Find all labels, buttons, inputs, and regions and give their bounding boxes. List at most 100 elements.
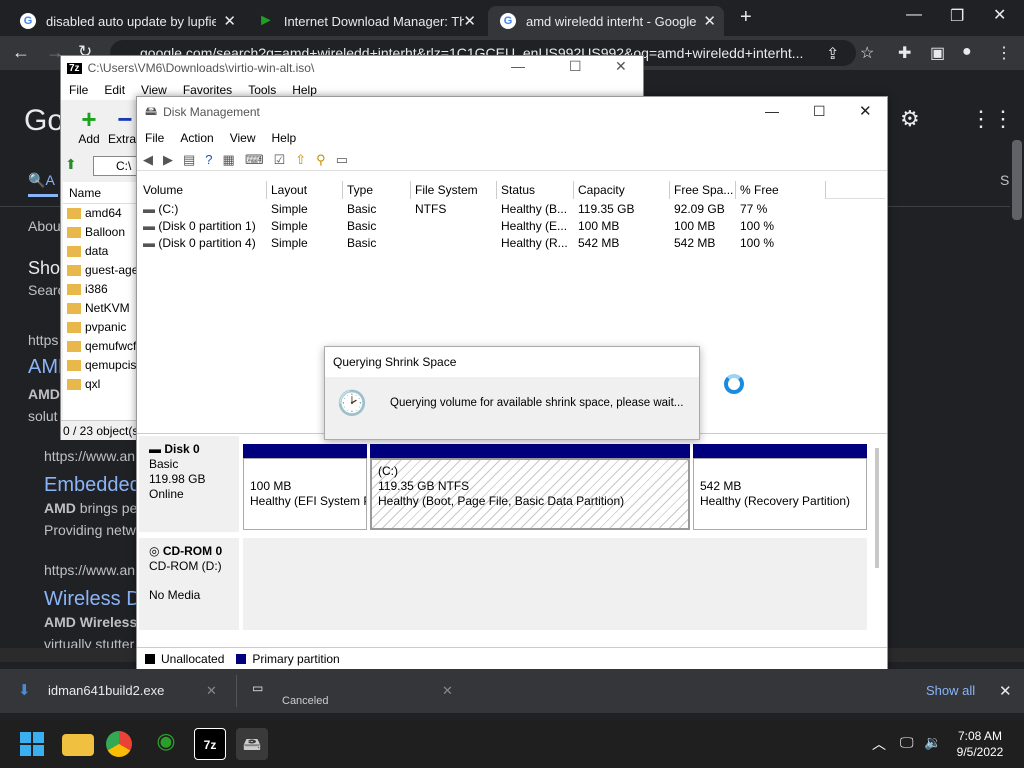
- efi-partition[interactable]: 100 MB Healthy (EFI System P: [243, 458, 367, 530]
- close-icon[interactable]: ✕: [859, 102, 872, 120]
- file-list-item[interactable]: qemufwcf: [63, 337, 137, 356]
- menu-favorites[interactable]: Favorites: [175, 83, 240, 97]
- vertical-scrollbar[interactable]: [875, 448, 879, 568]
- file-list-item[interactable]: guest-age: [63, 261, 137, 280]
- menu-help[interactable]: Help: [284, 83, 325, 97]
- disk0-header[interactable]: ▬ Disk 0 Basic 119.98 GB Online: [139, 436, 239, 532]
- column-header[interactable]: Status: [497, 181, 574, 199]
- column-header[interactable]: Capacity: [574, 181, 670, 199]
- browser-tab-2[interactable]: ► Internet Download Manager: The ✕: [248, 6, 484, 36]
- chrome-menu-icon[interactable]: ⋮: [996, 43, 1012, 63]
- add-button[interactable]: + Add: [69, 106, 109, 146]
- disk-management-taskbar-icon[interactable]: 🖴: [236, 728, 268, 760]
- network-icon[interactable]: 🖵: [900, 734, 914, 751]
- back-arrow-icon[interactable]: ←: [12, 42, 30, 63]
- properties-icon[interactable]: ▦: [223, 152, 235, 168]
- menu-view[interactable]: View: [222, 131, 264, 145]
- forward-icon[interactable]: ▶: [163, 152, 173, 168]
- result-title[interactable]: Wireless D: [44, 588, 141, 611]
- chrome-icon[interactable]: [106, 731, 132, 757]
- bookmark-star-icon[interactable]: ☆: [860, 43, 874, 63]
- dialog-title[interactable]: Querying Shrink Space: [325, 347, 699, 377]
- browser-tab-1[interactable]: G disabled auto update by lupfiei - ✕: [8, 6, 244, 36]
- volume-row[interactable]: ▬ (Disk 0 partition 1) Simple Basic Healthy…: [139, 218, 885, 235]
- result-url[interactable]: https://www.an: [44, 562, 135, 578]
- search-tab-s[interactable]: S: [1000, 172, 1009, 188]
- column-header[interactable]: File System: [411, 181, 497, 199]
- file-list-item[interactable]: data: [63, 242, 137, 261]
- recovery-partition[interactable]: 542 MB Healthy (Recovery Partition): [693, 458, 867, 530]
- idm-icon[interactable]: ◉: [150, 728, 182, 760]
- chevron-up-icon[interactable]: ︿: [872, 734, 886, 754]
- profile-icon[interactable]: ●: [962, 43, 972, 61]
- menu-edit[interactable]: Edit: [96, 83, 133, 97]
- download-filename[interactable]: idman641build2.exe: [48, 683, 164, 698]
- minimize-icon[interactable]: —: [765, 103, 779, 119]
- result-title[interactable]: Embedded: [44, 474, 141, 497]
- column-header[interactable]: % Free: [736, 181, 826, 199]
- menu-file[interactable]: File: [61, 83, 96, 97]
- browser-tab-3[interactable]: G amd wireledd interht - Google Se ✕: [488, 6, 724, 36]
- sevenzip-taskbar-icon[interactable]: 7z: [194, 728, 226, 760]
- path-field[interactable]: C:\: [93, 156, 137, 176]
- minimize-icon[interactable]: —: [906, 6, 922, 24]
- menu-tools[interactable]: Tools: [240, 83, 284, 97]
- settings-gear-icon[interactable]: ⚙: [900, 106, 920, 132]
- tab-close-icon[interactable]: ✕: [463, 12, 476, 30]
- tab-close-icon[interactable]: ✕: [223, 12, 236, 30]
- search-tab-all[interactable]: 🔍A: [28, 172, 55, 189]
- clock[interactable]: 7:08 AM 9/5/2022: [950, 728, 1010, 760]
- dm-titlebar[interactable]: 🖴 Disk Management — ☐ ✕: [137, 97, 887, 127]
- file-list-item[interactable]: NetKVM: [63, 299, 137, 318]
- list-icon[interactable]: ▭: [336, 152, 348, 168]
- file-explorer-icon[interactable]: [62, 734, 94, 756]
- file-list-item[interactable]: pvpanic: [63, 318, 137, 337]
- download-close-icon[interactable]: ✕: [442, 683, 453, 699]
- file-list-item[interactable]: i386: [63, 280, 137, 299]
- apps-grid-icon[interactable]: ⋮⋮: [970, 106, 1014, 132]
- name-column-header[interactable]: Name: [63, 182, 137, 204]
- page-scrollbar[interactable]: [1012, 140, 1022, 220]
- folder-up-icon[interactable]: ⇧: [295, 152, 306, 168]
- volume-row[interactable]: ▬ (C:) Simple Basic NTFS Healthy (B... 119.35…: [139, 201, 885, 218]
- file-list-item[interactable]: amd64: [63, 204, 137, 223]
- close-window-icon[interactable]: ✕: [993, 5, 1006, 25]
- column-header[interactable]: Volume: [139, 181, 267, 199]
- maximize-icon[interactable]: ☐: [813, 103, 826, 120]
- c-drive-partition[interactable]: (C:) 119.35 GB NTFS Healthy (Boot, Page …: [370, 458, 690, 530]
- connect-icon[interactable]: ⌨: [245, 152, 264, 168]
- sevenzip-titlebar[interactable]: 7z C:\Users\VM6\Downloads\virtio-win-alt…: [61, 56, 643, 80]
- close-icon[interactable]: ✕: [615, 58, 627, 75]
- back-icon[interactable]: ◀: [143, 152, 153, 168]
- menu-action[interactable]: Action: [172, 131, 221, 145]
- check-icon[interactable]: ☑: [274, 152, 286, 168]
- help-icon[interactable]: ?: [205, 152, 212, 167]
- menu-view[interactable]: View: [133, 83, 175, 97]
- menu-help[interactable]: Help: [264, 131, 305, 145]
- volume-row[interactable]: ▬ (Disk 0 partition 4) Simple Basic Healthy…: [139, 235, 885, 252]
- cdrom-header[interactable]: ◎ CD-ROM 0 CD-ROM (D:) No Media: [139, 538, 239, 630]
- start-windows-icon[interactable]: [16, 728, 48, 760]
- search-icon[interactable]: ⚲: [316, 152, 326, 168]
- download-close-icon[interactable]: ✕: [206, 683, 217, 699]
- extensions-icon[interactable]: ✚: [898, 43, 911, 63]
- column-header[interactable]: Layout: [267, 181, 343, 199]
- side-panel-icon[interactable]: ▣: [930, 43, 945, 63]
- volume-icon[interactable]: 🔉: [924, 734, 941, 751]
- maximize-icon[interactable]: ☐: [569, 58, 582, 75]
- file-list-item[interactable]: Balloon: [63, 223, 137, 242]
- column-header[interactable]: Free Spa...: [670, 181, 736, 199]
- result-url[interactable]: https: [28, 332, 58, 348]
- menu-file[interactable]: File: [137, 131, 172, 145]
- tab-close-icon[interactable]: ✕: [703, 12, 716, 30]
- file-list-item[interactable]: qemupciser: [63, 356, 137, 375]
- show-all-link[interactable]: Show all: [926, 683, 975, 698]
- minimize-icon[interactable]: —: [511, 58, 525, 74]
- column-header[interactable]: Type: [343, 181, 411, 199]
- console-tree-icon[interactable]: ▤: [183, 152, 195, 168]
- new-tab-button[interactable]: +: [740, 6, 752, 29]
- close-shelf-icon[interactable]: ✕: [999, 682, 1012, 700]
- share-icon[interactable]: ⇪: [826, 44, 839, 64]
- file-list-item[interactable]: qxl: [63, 375, 137, 394]
- result-url[interactable]: https://www.an: [44, 448, 135, 464]
